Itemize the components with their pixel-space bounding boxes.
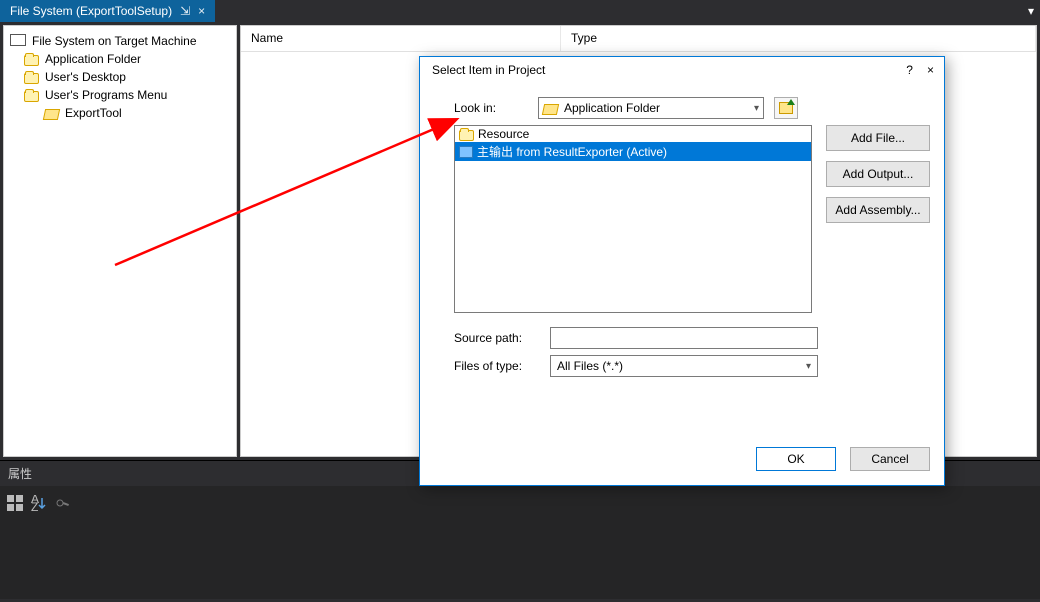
document-tab[interactable]: File System (ExportToolSetup) ⇲ × <box>0 0 215 22</box>
list-header: Name Type <box>241 26 1036 52</box>
property-pages-icon[interactable] <box>54 494 72 512</box>
alphabetical-sort-icon[interactable]: AZ <box>30 494 48 512</box>
pin-icon[interactable]: ⇲ <box>180 4 190 18</box>
files-of-type-row: Files of type: All Files (*.*) ▾ <box>454 355 930 377</box>
look-in-row: Look in: Application Folder ▾ <box>454 97 930 119</box>
folder-up-icon <box>779 102 793 114</box>
column-type[interactable]: Type <box>561 26 1036 51</box>
categorized-view-icon[interactable] <box>6 494 24 512</box>
tree-label: User's Desktop <box>45 70 126 84</box>
folder-up-button[interactable] <box>774 97 798 119</box>
project-output-icon <box>459 146 473 158</box>
tab-title: File System (ExportToolSetup) <box>10 4 172 18</box>
tab-strip: File System (ExportToolSetup) ⇲ × ▾ <box>0 0 1040 22</box>
dialog-content: Resource 主输出 from ResultExporter (Active… <box>454 125 930 313</box>
list-item-label: Resource <box>478 127 529 141</box>
folder-icon <box>24 73 39 84</box>
ok-button[interactable]: OK <box>756 447 836 471</box>
tree-root[interactable]: File System on Target Machine <box>10 32 230 50</box>
list-item-primary-output[interactable]: 主输出 from ResultExporter (Active) <box>455 142 811 161</box>
look-in-label: Look in: <box>454 101 528 115</box>
item-list[interactable]: Resource 主输出 from ResultExporter (Active… <box>454 125 812 313</box>
add-output-button[interactable]: Add Output... <box>826 161 930 187</box>
add-assembly-button[interactable]: Add Assembly... <box>826 197 930 223</box>
tree-label: ExportTool <box>65 106 122 120</box>
dialog-title: Select Item in Project <box>432 63 545 77</box>
files-of-type-label: Files of type: <box>454 359 540 373</box>
folder-icon <box>24 55 39 66</box>
filesystem-tree-pane: File System on Target Machine Applicatio… <box>3 25 237 457</box>
properties-body <box>0 518 1040 598</box>
tree-label: Application Folder <box>45 52 141 66</box>
tree-root-label: File System on Target Machine <box>32 34 197 48</box>
folder-icon <box>24 91 39 102</box>
folder-open-icon <box>43 109 60 120</box>
look-in-value: Application Folder <box>564 101 660 115</box>
svg-text:Z: Z <box>31 500 38 511</box>
dialog-titlebar: Select Item in Project ? × <box>420 57 944 83</box>
folder-icon <box>459 130 474 141</box>
tabstrip-fill <box>215 0 1022 22</box>
cancel-button[interactable]: Cancel <box>850 447 930 471</box>
dialog-footer: OK Cancel <box>420 437 944 485</box>
source-path-row: Source path: <box>454 327 930 349</box>
select-item-dialog: Select Item in Project ? × Look in: Appl… <box>419 56 945 486</box>
dialog-close-icon[interactable]: × <box>927 63 934 77</box>
tree-application-folder[interactable]: Application Folder <box>10 50 230 68</box>
files-of-type-select[interactable]: All Files (*.*) ▾ <box>550 355 818 377</box>
chevron-down-icon: ▾ <box>754 103 759 114</box>
column-name[interactable]: Name <box>241 26 561 51</box>
dialog-body: Look in: Application Folder ▾ Resource 主… <box>420 83 944 437</box>
source-path-input[interactable] <box>550 327 818 349</box>
tree-users-programs-menu[interactable]: User's Programs Menu <box>10 86 230 104</box>
tree-users-desktop[interactable]: User's Desktop <box>10 68 230 86</box>
tree-label: User's Programs Menu <box>45 88 167 102</box>
dialog-side-buttons: Add File... Add Output... Add Assembly..… <box>826 125 930 313</box>
source-path-label: Source path: <box>454 331 540 345</box>
chevron-down-icon: ▾ <box>806 361 811 372</box>
files-of-type-value: All Files (*.*) <box>557 359 623 373</box>
list-item-resource[interactable]: Resource <box>455 126 811 142</box>
monitor-icon <box>10 34 26 48</box>
folder-open-icon <box>542 104 559 115</box>
add-file-button[interactable]: Add File... <box>826 125 930 151</box>
look-in-select[interactable]: Application Folder ▾ <box>538 97 764 119</box>
list-item-label: 主输出 from ResultExporter (Active) <box>477 143 667 160</box>
tree-exporttool[interactable]: ExportTool <box>10 104 230 122</box>
tab-close-icon[interactable]: × <box>198 4 205 18</box>
dialog-help-icon[interactable]: ? <box>906 63 913 77</box>
tabstrip-overflow-icon[interactable]: ▾ <box>1022 0 1040 22</box>
properties-toolbar: AZ <box>0 486 1040 518</box>
